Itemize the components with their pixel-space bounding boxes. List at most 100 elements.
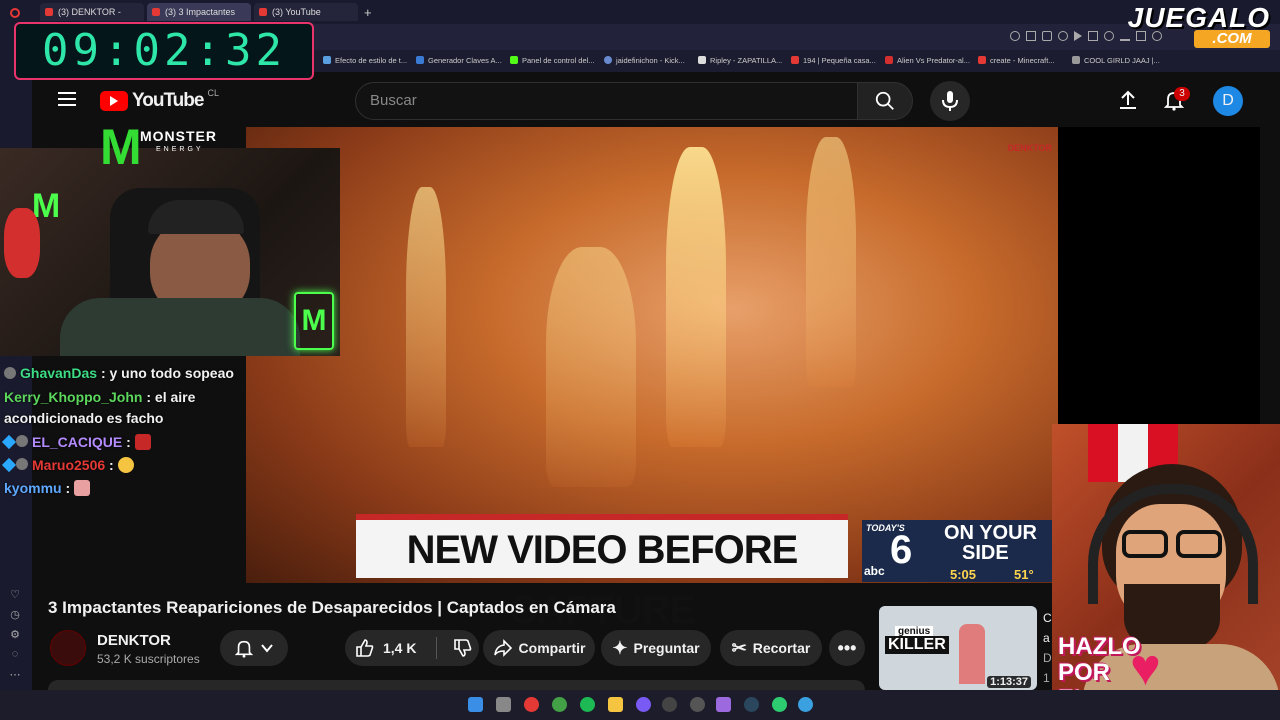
history-icon[interactable]: ◷ bbox=[8, 608, 22, 622]
heart-icon[interactable] bbox=[1104, 31, 1114, 41]
zoom-icon[interactable] bbox=[1010, 31, 1020, 41]
play-icon[interactable] bbox=[1074, 31, 1082, 41]
thumbnail-figure bbox=[959, 624, 985, 684]
chat-avatar-icon bbox=[16, 435, 28, 447]
streamer-cap bbox=[148, 200, 244, 234]
like-button[interactable]: 1,4 K bbox=[355, 638, 416, 658]
app-icon[interactable] bbox=[716, 697, 731, 712]
monster-energy-logo: M MONSTER ENERGY bbox=[100, 119, 217, 175]
send-icon[interactable] bbox=[1088, 31, 1098, 41]
emote-icon bbox=[134, 434, 151, 450]
camera-icon[interactable] bbox=[1042, 31, 1052, 41]
bookmark-item[interactable]: Panel de control del... bbox=[510, 54, 595, 68]
share-button[interactable]: Compartir bbox=[483, 630, 595, 666]
bookmark-item[interactable]: Efecto de estilo de t... bbox=[323, 54, 407, 68]
new-tab-plus-icon[interactable]: + bbox=[364, 5, 372, 20]
chat-message: Kerry_Khoppo_John : el aire acondicionad… bbox=[0, 387, 246, 429]
account-avatar[interactable]: D bbox=[1213, 86, 1243, 116]
bookmark-item[interactable]: Generador Claves A... bbox=[416, 54, 502, 68]
stream-chat: GhavanDas : y uno todo sopeao Kerry_Khop… bbox=[0, 362, 246, 512]
app-icon[interactable] bbox=[772, 697, 787, 712]
video-duration: 1:13:37 bbox=[987, 676, 1031, 688]
recommended-title-peek[interactable]: C a D 1 bbox=[1043, 608, 1052, 688]
news-chyron: NEW VIDEO BEFORE CAPTURE bbox=[356, 514, 848, 632]
bookmark-item[interactable]: COOL GIRLD JAAJ |... bbox=[1072, 54, 1160, 68]
upload-icon bbox=[1120, 90, 1136, 109]
search-input[interactable]: Buscar bbox=[355, 82, 858, 120]
chat-text: : bbox=[109, 457, 114, 473]
station-bug: TODAY'S 6 abc ON YOUR SIDE 5:05 51° bbox=[862, 520, 1052, 582]
channel-watermark: DENKTOR bbox=[1007, 143, 1052, 153]
bookmark-item[interactable]: jaidefinichon - Kick... bbox=[604, 54, 685, 68]
youtube-wordmark: YouTube bbox=[132, 90, 204, 111]
bookmark-item[interactable]: create - Minecraft... bbox=[978, 54, 1055, 68]
more-horizontal-icon: ••• bbox=[837, 637, 857, 658]
dislike-button[interactable] bbox=[453, 638, 473, 658]
youtube-play-icon bbox=[100, 91, 128, 111]
ask-button[interactable]: ✦ Preguntar bbox=[601, 630, 711, 666]
like-divider bbox=[436, 637, 438, 659]
upload-button[interactable] bbox=[1117, 89, 1139, 116]
search-icon bbox=[875, 91, 894, 110]
juegalo-logo: JUEGALO .COM bbox=[1127, 2, 1270, 48]
chat-username: GhavanDas bbox=[20, 365, 98, 381]
badge-icon bbox=[1, 457, 17, 473]
chat-message: Maruo2506 : bbox=[0, 454, 246, 477]
discord-icon[interactable] bbox=[636, 697, 651, 712]
share-label: Compartir bbox=[518, 640, 586, 656]
description-box[interactable] bbox=[48, 680, 865, 690]
bookmark-item[interactable]: Alien Vs Predator-al... bbox=[885, 54, 970, 68]
xbox-icon[interactable] bbox=[552, 697, 567, 712]
search-button[interactable] bbox=[857, 82, 913, 120]
clip-button[interactable]: ✂ Recortar bbox=[720, 630, 822, 666]
chat-message: GhavanDas : y uno todo sopeao bbox=[0, 362, 246, 385]
youtube-logo[interactable]: YouTube CL bbox=[100, 88, 219, 112]
more-actions-button[interactable]: ••• bbox=[829, 630, 865, 666]
shield-icon[interactable] bbox=[1058, 31, 1068, 41]
obs-icon[interactable] bbox=[662, 697, 677, 712]
task-view-icon[interactable] bbox=[496, 697, 511, 712]
translate-icon[interactable] bbox=[1026, 31, 1036, 41]
more-icon[interactable]: ⋯ bbox=[8, 668, 22, 682]
heart-icon[interactable]: ♡ bbox=[8, 588, 22, 602]
subscribe-bell-button[interactable] bbox=[220, 630, 288, 666]
chat-username: Maruo2506 bbox=[32, 457, 106, 473]
subscriber-count: 53,2 K suscriptores bbox=[97, 652, 200, 666]
chat-username: EL_CACIQUE bbox=[32, 434, 123, 450]
channel-name[interactable]: DENKTOR bbox=[97, 632, 171, 649]
tab-video-active[interactable]: (3) 3 Impactantes Re... bbox=[147, 3, 251, 35]
steam-icon[interactable] bbox=[744, 697, 759, 712]
recommended-thumbnail[interactable]: genius KILLER 1:13:37 bbox=[879, 606, 1037, 690]
settings-icon[interactable]: ⚙ bbox=[8, 628, 22, 642]
opera-icon[interactable] bbox=[524, 697, 539, 712]
channel-avatar[interactable] bbox=[50, 630, 86, 666]
spotify-icon[interactable] bbox=[580, 697, 595, 712]
start-icon[interactable] bbox=[468, 697, 483, 712]
bulb-icon[interactable]: ◌ bbox=[8, 648, 22, 662]
chat-avatar-icon bbox=[16, 458, 28, 470]
notifications-badge: 3 bbox=[1174, 87, 1190, 101]
app-icon[interactable] bbox=[690, 697, 705, 712]
chat-text: : bbox=[65, 480, 71, 496]
voice-search-button[interactable] bbox=[930, 81, 970, 121]
video-title: 3 Impactantes Reapariciones de Desaparec… bbox=[48, 598, 616, 617]
emote-icon bbox=[74, 480, 91, 496]
tab-denktor[interactable]: (3) DENKTOR - YouTube bbox=[40, 3, 144, 35]
scissors-icon: ✂ bbox=[731, 637, 747, 658]
thumbs-up-icon bbox=[356, 639, 374, 657]
globe-icon[interactable] bbox=[798, 697, 813, 712]
monster-can-icon: M bbox=[294, 292, 334, 350]
hamburger-menu-icon[interactable] bbox=[58, 92, 76, 106]
chat-avatar-icon bbox=[4, 367, 16, 379]
country-code: CL bbox=[207, 88, 219, 98]
browser-menu-icon[interactable] bbox=[10, 8, 20, 18]
chat-text: : bbox=[126, 434, 131, 450]
plush-toy bbox=[4, 208, 40, 278]
bookmark-item[interactable]: Ripley - ZAPATILLA... bbox=[698, 54, 782, 68]
bookmark-item[interactable]: 194 | Pequeña casa... bbox=[791, 54, 876, 68]
monster-claw-icon: M bbox=[100, 119, 142, 175]
folder-icon[interactable] bbox=[608, 697, 623, 712]
chat-username: kyommu bbox=[4, 480, 62, 496]
like-dislike-group: 1,4 K bbox=[345, 630, 479, 666]
tab-youtube[interactable]: (3) YouTube bbox=[254, 3, 358, 21]
